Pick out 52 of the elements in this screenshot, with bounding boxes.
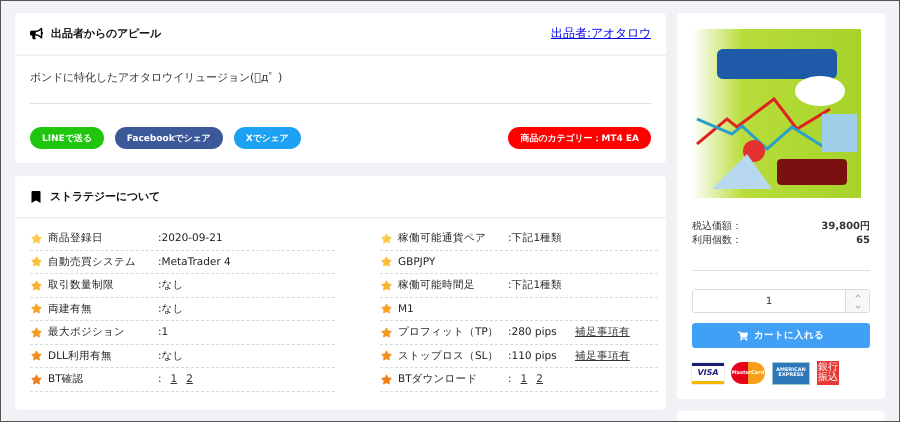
appeal-text: ボンドに特化したアオタロウイリュージョン(ﾟдﾟ ) [30, 70, 651, 104]
spec-label: プロフィット（TP） [398, 325, 500, 340]
spec-label: 稼働可能時間足 [398, 278, 476, 292]
spec-label: GBPJPY [398, 256, 436, 268]
cart-icon [738, 330, 748, 340]
spec-value: :なし [158, 302, 184, 316]
count-label: 利用個数： [692, 234, 742, 248]
spec-label: 稼働可能通貨ペア [398, 231, 487, 246]
note-link[interactable]: 補足事項有 [575, 348, 630, 363]
spec-value: : [508, 373, 512, 386]
payment-logo: VISA [692, 362, 724, 384]
card-title: ストラテジーについて [50, 189, 160, 204]
spec-value: :280 pips [508, 326, 557, 338]
spec-label: BTダウンロード [398, 372, 479, 386]
spec-value: :110 pips [508, 350, 557, 362]
spec-value: :なし [158, 278, 184, 292]
spec-value: : [158, 373, 162, 386]
spec-value: :2020-09-21 [158, 232, 223, 244]
price-label: 税込価額： [692, 220, 742, 234]
increment-button[interactable] [846, 290, 869, 301]
spec-label: 商品登録日 [48, 231, 104, 246]
backtest-link[interactable]: 1 [170, 373, 178, 386]
backtest-link[interactable]: 1 [520, 373, 528, 386]
spec-label: 最大ポジション [48, 325, 126, 340]
spec-label: BT確認 [48, 372, 85, 386]
card-title: 出品者からのアピール [51, 26, 161, 41]
megaphone-icon [30, 27, 43, 40]
count-value: 65 [856, 234, 870, 248]
spec-label: 取引数量制限 [48, 278, 115, 292]
price-value: 39,800円 [821, 220, 870, 234]
payment-logo: 銀行振込 [817, 361, 839, 385]
spec-value: :下記1種類 [508, 278, 562, 292]
spec-label: ストップロス（SL） [398, 348, 500, 363]
backtest-link[interactable]: 2 [186, 373, 193, 386]
backtest-link[interactable]: 2 [536, 373, 543, 386]
chevron-up-icon [854, 292, 860, 298]
note-link[interactable]: 補足事項有 [575, 325, 630, 340]
spec-label: 自動売買システム [48, 254, 137, 269]
spec-label: DLL利用有無 [48, 348, 113, 363]
spec-value: :下記1種類 [508, 231, 562, 246]
quantity-field[interactable]: 1 [692, 289, 870, 313]
spec-label: M1 [398, 302, 415, 315]
seller-link[interactable]: 出品者:アオタロウ [550, 25, 651, 42]
spec-value: :1 [158, 326, 168, 338]
spec-label: 両建有無 [48, 302, 93, 316]
chevron-down-icon [854, 304, 860, 310]
category-button[interactable]: 商品のカテゴリー：MT4 EA [508, 127, 651, 149]
spec-value: :なし [158, 348, 184, 363]
share-button[interactable]: Facebookでシェア [114, 127, 223, 149]
decrement-button[interactable] [846, 301, 869, 312]
spec-value: :MetaTrader 4 [158, 256, 231, 268]
bookmark-icon [30, 190, 42, 202]
